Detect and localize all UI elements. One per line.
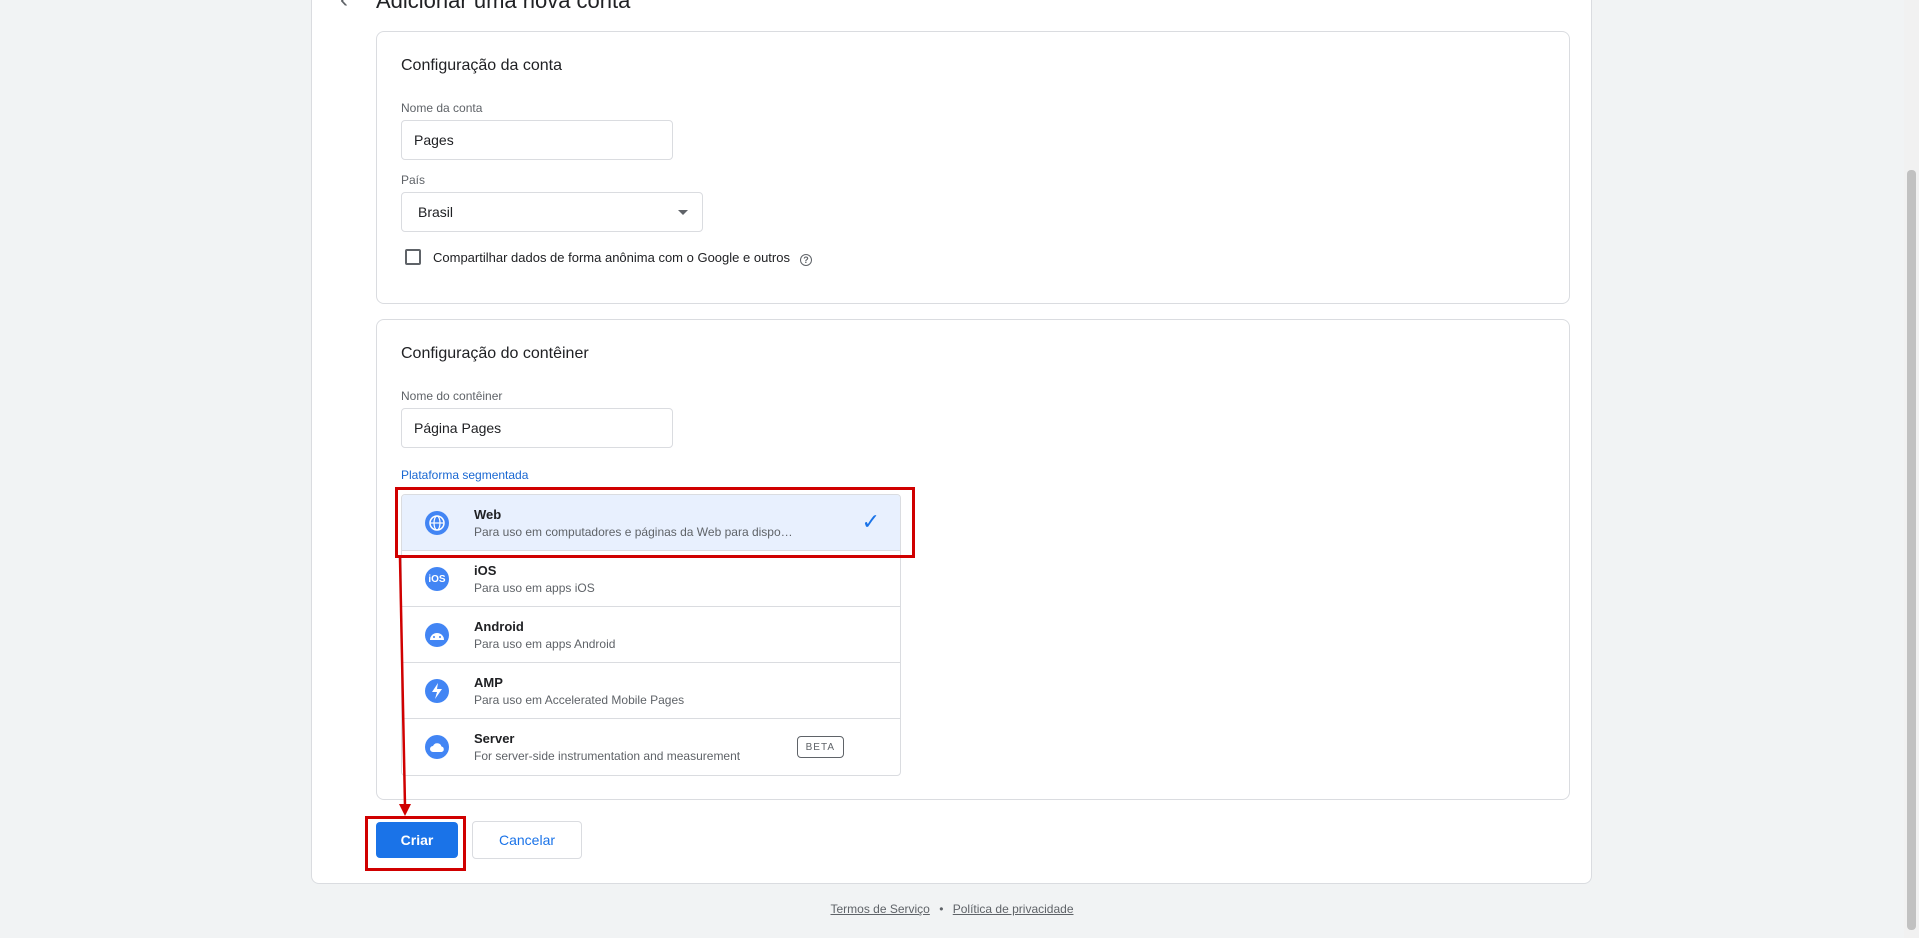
beta-badge: BETA: [796, 736, 844, 758]
platform-item-ios[interactable]: iOS iOS Para uso em apps iOS: [402, 551, 900, 607]
platform-item-web[interactable]: Web Para uso em computadores e páginas d…: [402, 495, 900, 551]
platform-item-android[interactable]: Android Para uso em apps Android: [402, 607, 900, 663]
create-button[interactable]: Criar: [376, 822, 458, 858]
platform-desc: Para uso em apps iOS: [474, 581, 595, 595]
container-section-title: Configuração do contêiner: [401, 345, 589, 362]
privacy-link[interactable]: Política de privacidade: [953, 902, 1074, 916]
terms-link[interactable]: Termos de Serviço: [830, 902, 929, 916]
container-name-input[interactable]: [401, 408, 673, 448]
help-icon[interactable]: ?: [800, 254, 812, 266]
footer-separator: •: [939, 902, 944, 916]
android-icon: [425, 623, 449, 647]
platform-name: iOS: [474, 563, 497, 578]
bolt-icon: [425, 679, 449, 703]
platform-name: Web: [474, 507, 502, 522]
container-section: Configuração do contêiner Nome do contêi…: [376, 319, 1570, 800]
cloud-icon: [425, 735, 449, 759]
globe-icon: [425, 511, 449, 535]
platform-item-amp[interactable]: AMP Para uso em Accelerated Mobile Pages: [402, 663, 900, 719]
platform-desc: Para uso em computadores e páginas da We…: [474, 525, 794, 539]
country-select[interactable]: Brasil: [401, 192, 703, 232]
platform-desc: Para uso em apps Android: [474, 637, 616, 651]
footer: Termos de Serviço • Política de privacid…: [0, 902, 1904, 916]
ios-icon: iOS: [425, 567, 449, 591]
share-data-label: Compartilhar dados de forma anônima com …: [433, 250, 790, 265]
platform-name: Server: [474, 731, 515, 746]
country-value: Brasil: [418, 204, 454, 220]
platform-desc: For server-side instrumentation and meas…: [474, 749, 741, 763]
account-name-input[interactable]: [401, 120, 673, 160]
platform-name: Android: [474, 619, 524, 634]
container-name-label: Nome do contêiner: [401, 389, 503, 403]
caret-down-icon: [678, 210, 688, 215]
platform-item-server[interactable]: Server For server-side instrumentation a…: [402, 719, 900, 775]
platform-list: Web Para uso em computadores e páginas d…: [401, 494, 901, 776]
check-icon: ✓: [861, 509, 880, 534]
platform-name: AMP: [474, 675, 503, 690]
scroll-thumb[interactable]: [1907, 170, 1916, 930]
page-title: Adicionar uma nova conta: [376, 0, 631, 13]
account-section: Configuração da conta Nome da conta País…: [376, 31, 1570, 304]
cancel-button[interactable]: Cancelar: [472, 821, 582, 859]
share-data-checkbox[interactable]: [405, 249, 421, 265]
country-label: País: [401, 173, 426, 187]
platform-label: Plataforma segmentada: [401, 468, 529, 482]
back-arrow-icon[interactable]: ‹: [340, 0, 348, 14]
account-name-label: Nome da conta: [401, 101, 483, 115]
page-card: ‹ Adicionar uma nova conta Configuração …: [311, 0, 1592, 884]
scrollbar[interactable]: [1904, 0, 1919, 938]
account-section-title: Configuração da conta: [401, 57, 562, 74]
platform-desc: Para uso em Accelerated Mobile Pages: [474, 693, 685, 707]
